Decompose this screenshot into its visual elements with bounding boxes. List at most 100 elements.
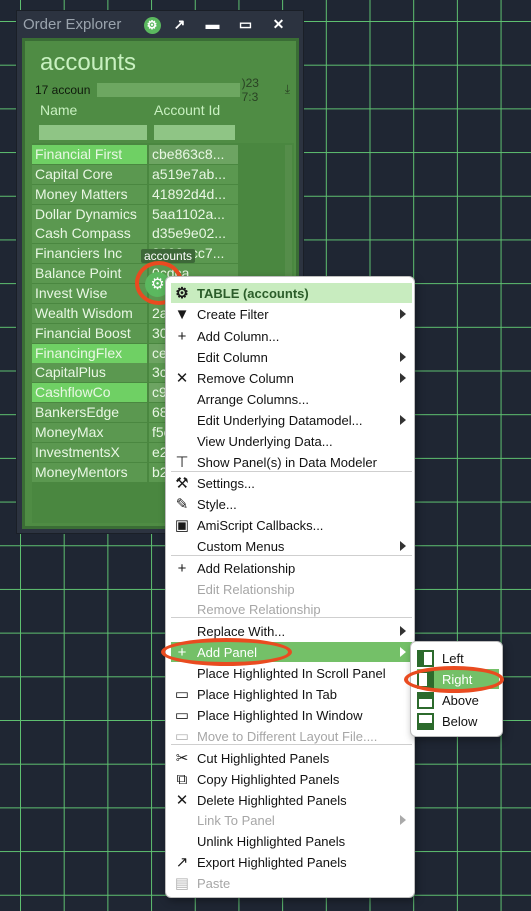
cell-name[interactable]: Dollar Dynamics [32,204,147,224]
menu-item-link-to-panel: Link To Panel [171,810,412,830]
menu-item-label: Link To Panel [197,812,275,828]
cell-name[interactable]: MoneyMax [32,422,147,442]
menu-item-amiscript-callbacks[interactable]: ▣ AmiScript Callbacks... [171,515,412,535]
cell-name[interactable]: Balance Point [32,264,147,284]
menu-icon [171,621,193,641]
menu-item-arrange-columns[interactable]: Arrange Columns... [171,389,412,409]
menu-item-label: Add Column... [197,328,280,344]
menu-item-edit-relationship: Edit Relationship [171,579,412,599]
column-header-account-id[interactable]: Account Id [154,102,220,118]
minimize-icon[interactable]: ▬ [196,15,229,33]
menu-item-label: Create Filter [197,306,269,322]
menu-item-add-column[interactable]: + Add Column... [171,326,412,346]
cell-name[interactable]: Wealth Wisdom [32,303,147,323]
window-gear-icon[interactable]: ⚙ [141,15,163,34]
menu-item-label: Place Highlighted In Scroll Panel [197,665,386,681]
filter-input-account-id[interactable] [154,125,235,140]
menu-item-label: Style... [197,496,237,512]
cell-account-id[interactable]: 5aa1102a... [149,204,238,224]
menu-item-table-accounts[interactable]: ⚙ TABLE (accounts) [171,283,412,303]
close-icon[interactable]: ✕ [262,15,295,33]
menu-item-remove-column[interactable]: ✕ Remove Column [171,368,412,388]
menu-icon: ▼ [174,305,190,323]
menu-item-create-filter[interactable]: ▼ Create Filter [171,304,412,324]
menu-item-label: AmiScript Callbacks... [197,517,324,533]
cell-name[interactable]: Financial First [32,145,147,164]
menu-item-label: Remove Relationship [197,601,321,617]
menu-icon [171,431,193,451]
menu-icon: ⚙ [175,285,189,302]
cell-name[interactable]: CapitalPlus [32,363,147,383]
menu-icon [171,347,193,367]
menu-item-export-highlighted-panels[interactable]: ↗ Export Highlighted Panels [171,852,412,872]
menu-item-show-panel-s-in-data-modeler[interactable]: ⊤ Show Panel(s) in Data Modeler [171,452,412,472]
menu-item-label: Delete Highlighted Panels [197,792,347,808]
menu-item-unlink-highlighted-panels[interactable]: Unlink Highlighted Panels [171,831,412,851]
cell-name[interactable]: FinancingFlex [32,343,147,363]
menu-icon: ⧉ [176,770,188,788]
menu-item-settings[interactable]: ⚒ Settings... [171,473,412,493]
menu-item-place-highlighted-in-scroll-panel[interactable]: Place Highlighted In Scroll Panel [171,663,412,683]
window-title: Order Explorer [23,15,122,33]
menu-item-label: Edit Relationship [197,581,295,597]
submenu-item-left[interactable]: Left [417,648,499,668]
panel-left-icon [417,649,434,667]
menu-separator [171,617,412,618]
cell-name[interactable]: Cash Compass [32,224,147,244]
menu-separator [171,744,412,745]
submenu-item-below[interactable]: Below [417,711,499,731]
menu-item-delete-highlighted-panels[interactable]: ✕ Delete Highlighted Panels [171,790,412,810]
cell-name[interactable]: Financiers Inc [32,244,147,264]
menu-item-remove-relationship: Remove Relationship [171,599,412,619]
table-row[interactable]: Dollar Dynamics 5aa1102a... [32,204,287,224]
column-header-name[interactable]: Name [40,102,77,118]
menu-item-copy-highlighted-panels[interactable]: ⧉ Copy Highlighted Panels [171,769,412,789]
menu-icon [171,810,193,830]
cell-name[interactable]: BankersEdge [32,403,147,423]
submenu-arrow-icon [400,647,406,657]
table-row[interactable]: Financial First cbe863c8... [32,145,287,164]
menu-item-cut-highlighted-panels[interactable]: ✂ Cut Highlighted Panels [171,748,412,768]
timestamp-label: )23 7:3 [241,75,259,104]
cell-name[interactable]: Money Matters [32,184,147,204]
cell-account-id[interactable]: 41892d4d... [149,184,238,204]
table-row[interactable]: Cash Compass d35e9e02... [32,224,287,244]
menu-icon: ✕ [175,792,189,809]
cell-name[interactable]: CashflowCo [32,383,147,403]
cell-name[interactable]: MoneyMentors [32,462,147,482]
filter-input-name[interactable] [39,125,147,140]
submenu-item-above[interactable]: Above [417,690,499,710]
submenu-arrow-icon [400,541,406,551]
popout-icon[interactable]: ↗ [163,15,196,33]
download-icon[interactable]: ⤓ [285,82,290,97]
table-row[interactable]: Money Matters 41892d4d... [32,184,287,204]
menu-item-custom-menus[interactable]: Custom Menus [171,536,412,556]
row-count-label: 17 accoun [35,82,91,97]
menu-item-place-highlighted-in-tab[interactable]: ▭ Place Highlighted In Tab [171,684,412,704]
menu-item-style[interactable]: ✎ Style... [171,494,412,514]
cell-account-id[interactable]: d35e9e02... [149,224,238,244]
cell-name[interactable]: Capital Core [32,164,147,184]
menu-icon [171,389,193,409]
menu-item-label: Arrange Columns... [197,391,309,407]
cell-name[interactable]: Invest Wise [32,283,147,303]
menu-item-place-highlighted-in-window[interactable]: ▭ Place Highlighted In Window [171,705,412,725]
panel-above-icon [417,691,434,709]
submenu-arrow-icon [400,415,406,425]
menu-item-label: Move to Different Layout File.... [197,728,378,744]
maximize-icon[interactable]: ▭ [229,15,262,33]
menu-icon: ✎ [175,496,189,513]
cell-account-id[interactable]: cbe863c8... [149,145,238,164]
cell-account-id[interactable]: a519e7ab... [149,164,238,184]
menu-item-edit-underlying-datamodel[interactable]: Edit Underlying Datamodel... [171,410,412,430]
menu-item-edit-column[interactable]: Edit Column [171,347,412,367]
menu-item-view-underlying-data[interactable]: View Underlying Data... [171,431,412,451]
menu-item-add-relationship[interactable]: + Add Relationship [171,558,412,578]
cell-name[interactable]: Financial Boost [32,323,147,343]
menu-icon: ▭ [174,686,190,703]
menu-icon: ↗ [175,854,189,871]
window-titlebar[interactable]: Order Explorer ⚙ ↗ ▬ ▭ ✕ [17,11,303,37]
menu-icon [171,579,193,599]
table-row[interactable]: Capital Core a519e7ab... [32,164,287,184]
cell-name[interactable]: InvestmentsX [32,442,147,462]
